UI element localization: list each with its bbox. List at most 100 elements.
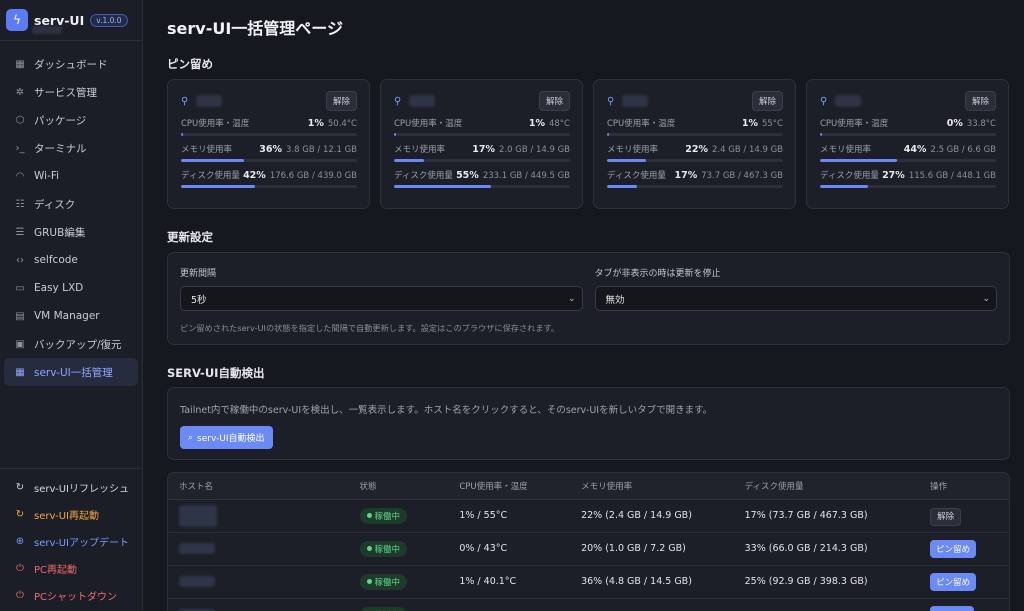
- hostname-cell[interactable]: [168, 598, 349, 611]
- sidebar-item[interactable]: ☷ ディスク: [4, 190, 138, 218]
- action-cell: ピン留め: [919, 565, 1009, 599]
- interval-select[interactable]: 5秒 ⌄: [180, 286, 583, 311]
- cpu-cell: 1% / 40.1°C: [448, 565, 571, 599]
- sidebar-action[interactable]: ⏻ PCシャットダウン: [4, 582, 139, 609]
- pin-button[interactable]: ピン留め: [930, 539, 977, 558]
- sidebar-item[interactable]: ✲ サービス管理: [4, 78, 138, 106]
- mem-detail: 3.8 GB / 12.1 GB: [286, 145, 357, 155]
- sidebar-item[interactable]: ⬡ パッケージ: [4, 106, 138, 134]
- cpu-metric: CPU使用率・温度 1% 48°C: [394, 116, 570, 136]
- chevron-down-icon: ⌄: [982, 293, 990, 304]
- sidebar-action[interactable]: ⏻ PC再起動: [4, 555, 139, 582]
- disk-progress-bar: [181, 185, 357, 188]
- hostname-blur: [179, 543, 215, 554]
- cpu-progress-fill: [820, 133, 822, 136]
- mem-label: メモリ使用率: [607, 145, 659, 155]
- sidebar-item[interactable]: ▦ ダッシュボード: [4, 50, 138, 78]
- mem-label: メモリ使用率: [181, 145, 233, 155]
- hostname-blur: [196, 95, 223, 107]
- sidebar-item[interactable]: ▤ VM Manager: [4, 302, 138, 330]
- unpin-button[interactable]: 解除: [325, 91, 357, 111]
- brand[interactable]: ϟ serv-UI v.1.0.0: [0, 0, 142, 40]
- disk-metric: ディスク使用量 17% 73.7 GB / 467.3 GB: [607, 168, 783, 188]
- mem-cell: 20% (1.0 GB / 7.2 GB): [570, 532, 734, 566]
- hostname-blur: [179, 576, 215, 587]
- cpu-metric: CPU使用率・温度 1% 50.4°C: [181, 116, 357, 136]
- unpin-button[interactable]: 解除: [751, 91, 783, 111]
- disk-percent: 17%: [674, 170, 698, 181]
- hostname-blur: [622, 95, 649, 107]
- column-header: 状態: [348, 473, 449, 500]
- sidebar-item[interactable]: ›_ ターミナル: [4, 134, 138, 162]
- status-cell: 稼働中: [348, 598, 449, 611]
- sidebar-action-label: serv-UI再起動: [34, 511, 99, 522]
- status-dot-icon: [366, 546, 372, 551]
- mem-detail: 2.5 GB / 6.6 GB: [930, 145, 996, 155]
- sidebar-item[interactable]: ▦ serv-UI一括管理: [4, 358, 138, 386]
- mem-percent: 36%: [259, 144, 283, 155]
- search-icon: ⌕: [188, 432, 194, 443]
- table-row: 稼働中 0% / 43°C 20% (1.0 GB / 7.2 GB) 33% (66…: [168, 532, 1009, 566]
- column-header: ディスク使用量: [733, 473, 920, 500]
- update-settings-card: 更新間隔 5秒 ⌄ タブが非表示の時は更新を停止 無効 ⌄ ピン留めされたser…: [167, 252, 1010, 345]
- sidebar-action[interactable]: ↻ serv-UI再起動: [4, 501, 139, 528]
- pin-button[interactable]: [930, 606, 975, 611]
- cpu-progress-fill: [394, 133, 396, 136]
- cpu-progress-bar: [181, 133, 357, 136]
- mem-progress-bar: [607, 159, 783, 162]
- update-title: 更新設定: [167, 230, 213, 244]
- sidebar-action[interactable]: ⊕ serv-UIアップデート: [4, 528, 139, 555]
- mem-metric: メモリ使用率 36% 3.8 GB / 12.1 GB: [181, 142, 357, 162]
- grid-icon: ▦: [15, 366, 25, 378]
- unpin-button[interactable]: 解除: [538, 91, 570, 111]
- mem-label: メモリ使用率: [394, 145, 446, 155]
- disk-progress-bar: [394, 185, 570, 188]
- unpin-button[interactable]: 解除: [964, 91, 996, 111]
- cpu-progress-fill: [607, 133, 609, 136]
- chevron-down-icon: ⌄: [567, 293, 576, 304]
- list-icon: ☰: [15, 226, 25, 238]
- detect-button[interactable]: ⌕ serv-UI自動検出: [180, 426, 273, 449]
- pinned-title: ピン留め: [167, 57, 213, 71]
- sidebar-item[interactable]: ▭ Easy LXD: [4, 274, 138, 302]
- unpin-button[interactable]: 解除: [930, 507, 962, 526]
- cpu-detail: 55°C: [761, 119, 783, 129]
- pin-button[interactable]: ピン留め: [930, 572, 977, 591]
- hostname-cell[interactable]: [168, 532, 349, 566]
- mem-progress-fill: [181, 159, 245, 162]
- disk-percent: 42%: [243, 170, 266, 181]
- pinned-card: ⚲ 解除 CPU使用率・温度 1% 48°C メモリ使用率 17% 2.0 GB / 14.9…: [380, 79, 583, 209]
- cpu-cell: [448, 598, 571, 611]
- mem-percent: 44%: [903, 144, 927, 155]
- cpu-progress-bar: [394, 133, 570, 136]
- wifi-icon: ◠: [15, 170, 25, 182]
- status-dot-icon: [366, 513, 372, 518]
- disk-detail: 176.6 GB / 439.0 GB: [269, 171, 357, 181]
- sidebar-item[interactable]: ▣ バックアップ/復元: [4, 330, 138, 358]
- power-icon: ⏻: [16, 563, 24, 574]
- bolt-icon: ϟ: [6, 9, 28, 31]
- sidebar-item[interactable]: ◠ Wi-Fi: [4, 162, 138, 190]
- hostname-cell[interactable]: [168, 499, 349, 533]
- cpu-detail: 33.8°C: [966, 119, 996, 129]
- sidebar-item[interactable]: ‹› selfcode: [4, 246, 138, 274]
- mem-percent: 17%: [472, 144, 496, 155]
- disk-progress-fill: [607, 185, 637, 188]
- detect-card: Tailnet内で稼働中のserv-UIを検出し、一覧表示します。ホスト名をクリ…: [167, 387, 1010, 460]
- disk-label: ディスク使用量: [607, 171, 666, 181]
- sidebar-item[interactable]: ☰ GRUB編集: [4, 218, 138, 246]
- disk-cell: 17% (73.7 GB / 467.3 GB): [733, 499, 920, 533]
- monitor-icon: ▭: [15, 282, 25, 294]
- cpu-label: CPU使用率・温度: [607, 119, 676, 129]
- status-label: 稼働中: [374, 577, 401, 588]
- action-cell: 解除: [919, 499, 1009, 533]
- cpu-label: CPU使用率・温度: [820, 119, 889, 129]
- sidebar-action-label: serv-UIリフレッシュ: [34, 484, 129, 495]
- pause-select[interactable]: 無効 ⌄: [594, 286, 997, 311]
- disk-label: ディスク使用量: [820, 171, 879, 181]
- sidebar-action[interactable]: ↻ serv-UIリフレッシュ: [4, 474, 139, 501]
- cpu-metric: CPU使用率・温度 1% 55°C: [607, 116, 783, 136]
- pause-value: 無効: [605, 294, 625, 306]
- hostname-cell[interactable]: [168, 565, 349, 599]
- cpu-percent: 1%: [307, 118, 324, 129]
